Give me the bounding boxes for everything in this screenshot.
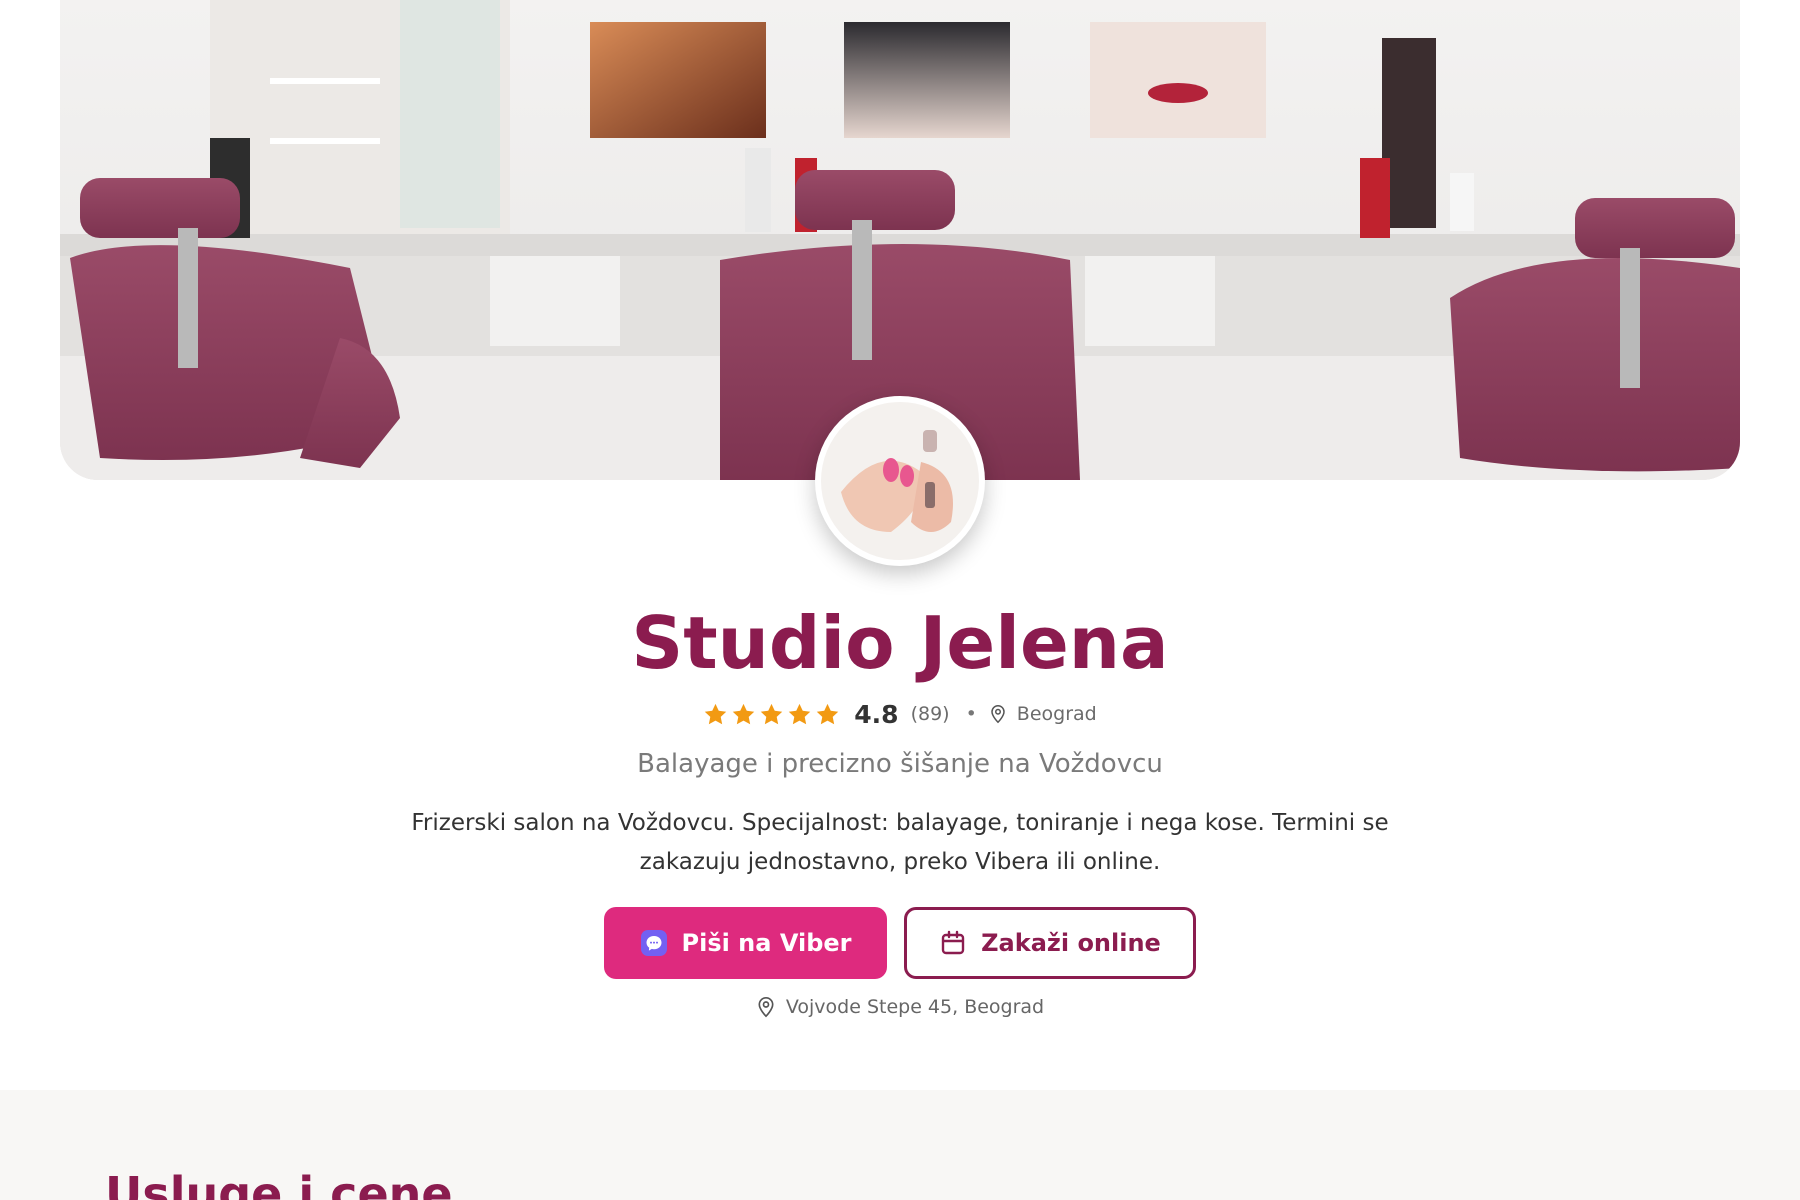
star-icon: [789, 703, 811, 724]
star-rating: [703, 702, 840, 727]
star-icon: [761, 703, 783, 724]
salon-description: Frizerski salon na Voždovcu. Specijalnos…: [411, 810, 1389, 875]
tagline: Balayage i precizno šišanje na Voždovcu: [637, 749, 1163, 779]
viber-button-label: Piši na Viber: [681, 929, 852, 957]
services-heading: Usluge i cene: [105, 1167, 453, 1200]
rating-row: 4.8 (89) • Beograd: [0, 696, 1800, 732]
book-button-label: Zakaži online: [981, 929, 1161, 957]
separator-dot: •: [965, 703, 977, 725]
star-icon: [733, 703, 755, 724]
review-count: (89): [910, 703, 950, 725]
viber-message-button[interactable]: Piši na Viber: [604, 907, 887, 979]
address-text: Vojvode Stepe 45, Beograd: [785, 996, 1045, 1018]
city-label: Beograd: [1016, 703, 1097, 725]
avatar: [815, 396, 985, 566]
address-row: Vojvode Stepe 45, Beograd: [0, 996, 1800, 1018]
nail-polish-image: [821, 402, 979, 560]
location-pin-icon: [991, 704, 1005, 724]
viber-icon: [640, 930, 667, 956]
calendar-icon: [941, 930, 965, 955]
location-pin-icon: [758, 996, 774, 1018]
rating-value: 4.8: [854, 699, 899, 729]
star-icon: [705, 703, 727, 724]
star-icon: [817, 703, 839, 724]
salon-name: Studio Jelena: [631, 601, 1169, 685]
book-online-button[interactable]: Zakaži online: [904, 907, 1196, 979]
services-section: Usluge i cene: [0, 1090, 1800, 1200]
